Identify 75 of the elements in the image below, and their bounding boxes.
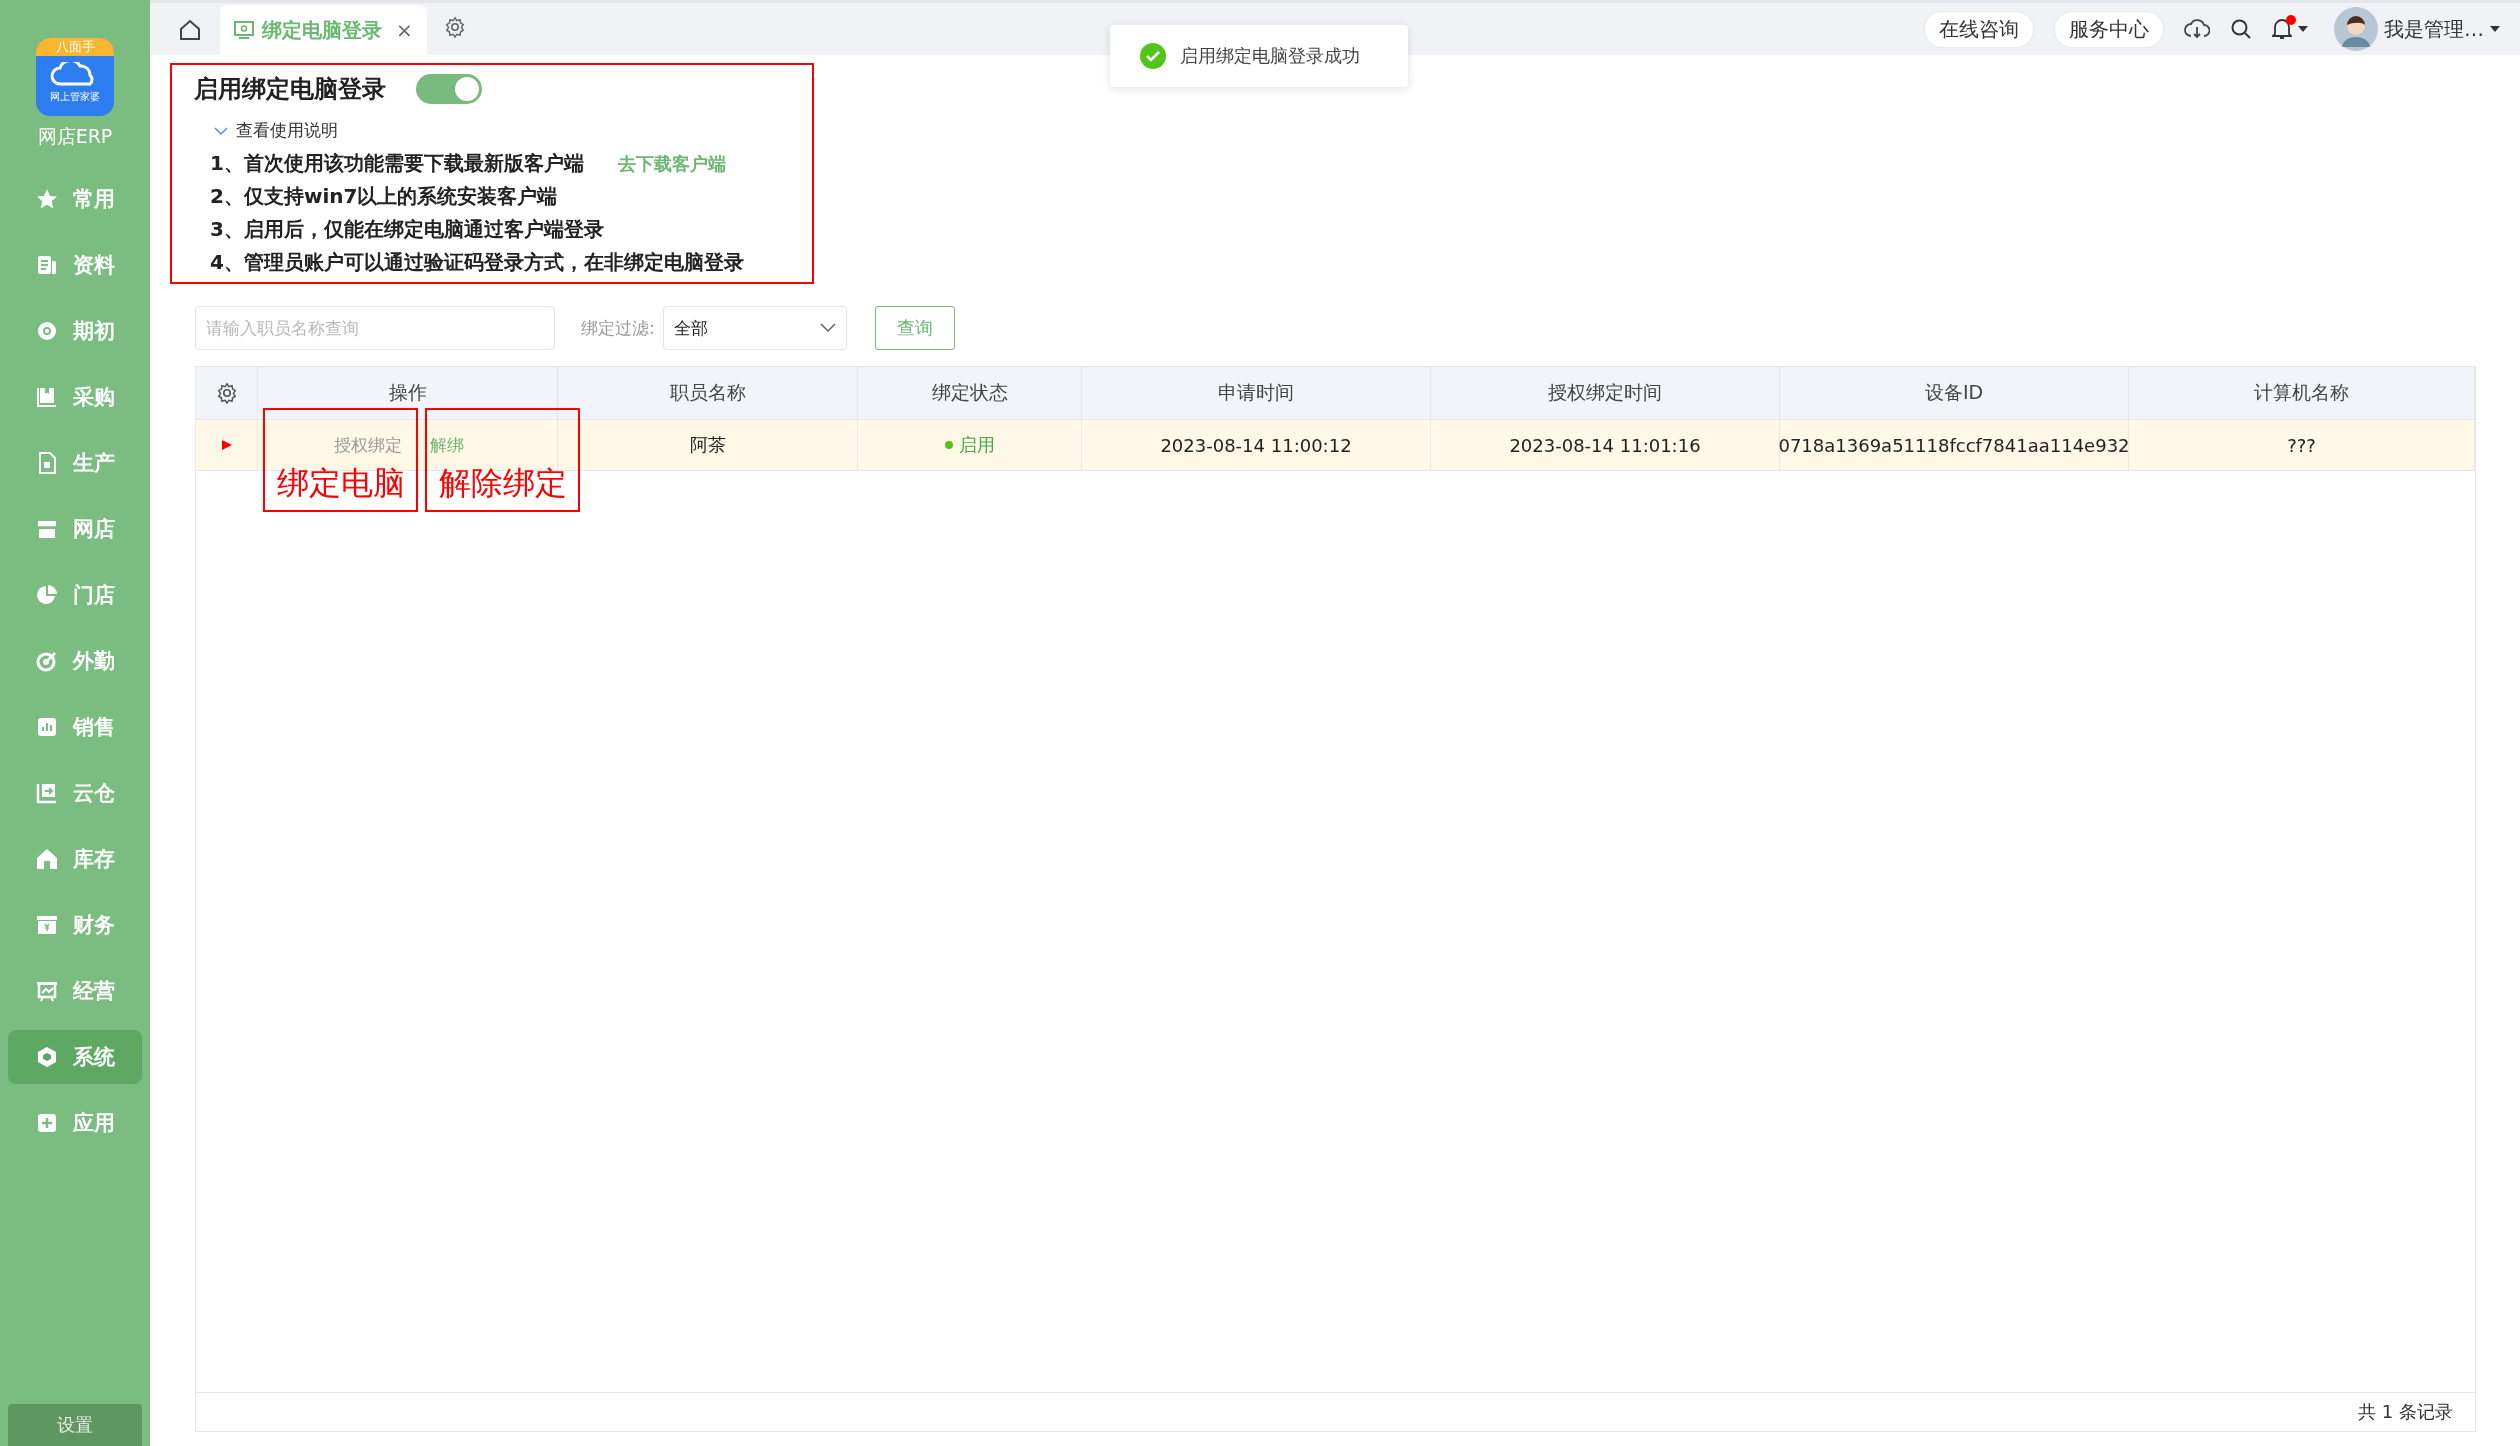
sidebar-item[interactable]: 财务 [8,898,142,952]
bar-chart-icon [35,715,59,739]
chevron-down-icon [819,323,836,333]
status-cell: 启用 [858,420,1082,471]
table-cell: 0718a1369a51118fccf7841aa114e932 [1780,420,2129,471]
wallet-icon [35,913,59,937]
settings-icon[interactable] [215,382,238,404]
download-link[interactable]: 去下载客户端 [617,151,726,176]
sidebar-item[interactable]: 库存 [8,832,142,886]
setting-title: 启用绑定电脑登录 [194,74,386,105]
user-menu[interactable]: 我是管理… [2328,6,2506,52]
hexagon-icon [35,1045,59,1069]
chevron-down-icon [214,125,228,136]
instruction-text: 3、启用后，仅能在绑定电脑通过客户端登录 [210,216,604,243]
table-cell: 阿茶 [558,420,858,471]
cloud-download-icon[interactable] [2184,18,2210,40]
sidebar-item[interactable]: 应用 [8,1096,142,1150]
column-header: 计算机名称 [2129,367,2475,420]
sidebar-item[interactable]: 门店 [8,568,142,622]
instruction-text: 4、管理员账户可以通过验证码登录方式，在非绑定电脑登录 [210,249,744,276]
instruction-text: 2、仅支持win7以上的系统安装客户端 [210,183,558,210]
sidebar-item[interactable]: 云仓 [8,766,142,820]
instruction-text: 1、首次使用该功能需要下载最新版客户端 [210,150,584,177]
table-cell: 2023-08-14 11:01:16 [1431,420,1780,471]
column-header: 授权绑定时间 [1431,367,1780,420]
help-toggle[interactable]: 查看使用说明 [214,119,338,142]
action-link[interactable]: 解绑 [430,433,464,457]
sidebar-item[interactable]: 经营 [8,964,142,1018]
tab[interactable]: 绑定电脑登录 × [220,5,427,55]
toggle-switch[interactable] [416,74,482,104]
search-field[interactable]: 请输入职员名称查询 [195,306,555,350]
toast-message: 启用绑定电脑登录成功 [1180,44,1360,68]
filter-dropdown[interactable]: 全部 [662,306,847,350]
record-count: 共 1 条记录 [196,1392,2475,1431]
pie-chart-icon [35,583,59,607]
header-button[interactable]: 在线咨询 [1924,10,2034,48]
sidebar-item[interactable]: 网店 [8,502,142,556]
app-logo: 八面手 网上管家婆 [36,38,114,116]
column-header: 申请时间 [1082,367,1431,420]
avatar-icon [2334,7,2378,51]
row-pointer-icon [220,439,233,451]
caret-icon [2490,25,2500,33]
column-header: 设备ID [1780,367,2129,420]
monitor-icon [234,21,254,39]
column-header: 职员名称 [558,367,858,420]
sidebar-item[interactable]: 常用 [8,172,142,226]
document-icon [35,253,59,277]
sidebar-item[interactable]: 资料 [8,238,142,292]
sidebar-item[interactable]: 系统 [8,1030,142,1084]
table-cell: 2023-08-14 11:00:12 [1082,420,1431,471]
sidebar-item[interactable]: 外勤 [8,634,142,688]
table-cell: ??? [2129,420,2475,471]
plus-icon [35,1111,59,1135]
book-icon [35,385,59,409]
caret-icon[interactable] [2298,25,2308,33]
sidebar-item[interactable]: 生产 [8,436,142,490]
settings-button[interactable]: 设置 [8,1404,142,1446]
check-icon [1140,43,1166,69]
query-button[interactable]: 查询 [874,306,955,350]
star-icon [35,187,59,211]
search-icon[interactable] [2230,18,2252,40]
column-header: 绑定状态 [858,367,1082,420]
header-button[interactable]: 服务中心 [2054,10,2164,48]
disc-icon [35,319,59,343]
close-icon[interactable]: × [396,18,413,42]
column-header: 操作 [258,367,558,420]
sidebar-item[interactable]: 采购 [8,370,142,424]
house-icon [35,847,59,871]
box-icon [35,781,59,805]
filter-label: 绑定过滤: [581,316,655,340]
target-icon [35,649,59,673]
chart-icon [35,979,59,1003]
sidebar-item[interactable]: 销售 [8,700,142,754]
app-name: 网店ERP [37,124,113,149]
sidebar-item[interactable]: 期初 [8,304,142,358]
